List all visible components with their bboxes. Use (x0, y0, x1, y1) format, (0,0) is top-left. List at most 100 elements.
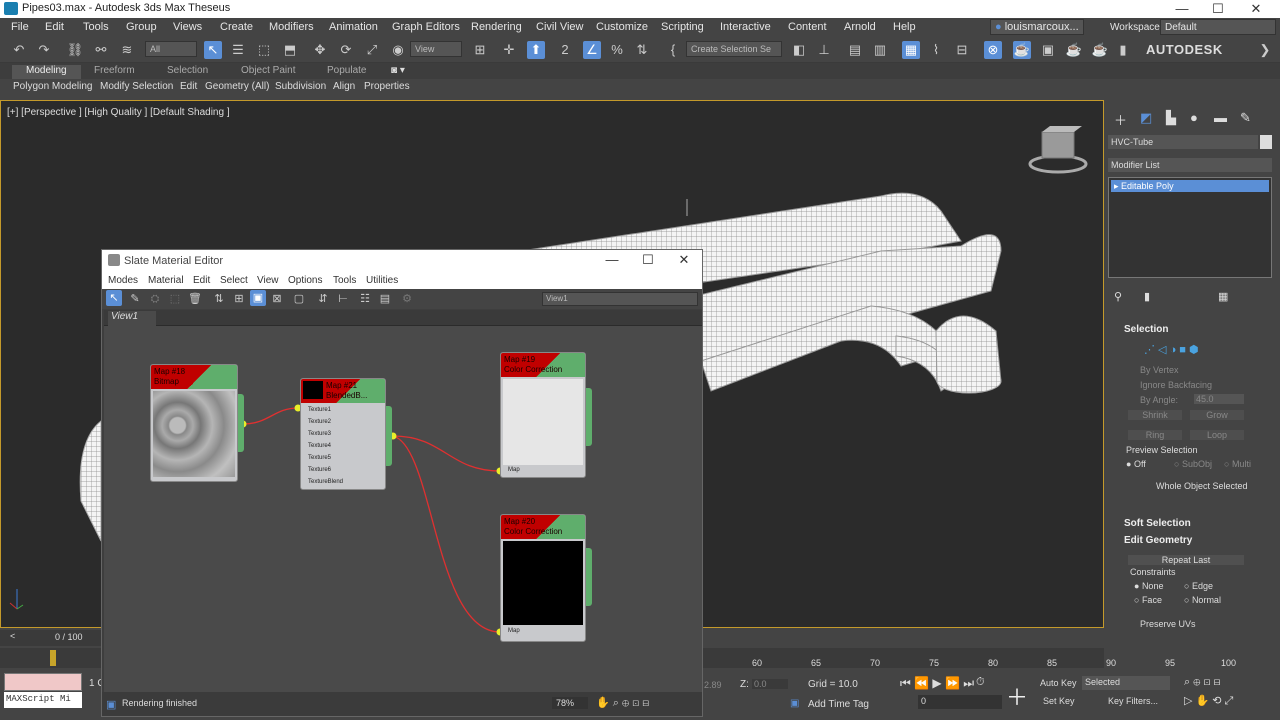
link-icon[interactable]: ⛓ (66, 41, 84, 59)
ribbon-subdivision[interactable]: Subdivision (275, 81, 326, 92)
select-manipulate-icon[interactable]: ✛ (500, 41, 518, 59)
move-icon[interactable]: ✥ (311, 41, 329, 59)
utilities-tab-icon[interactable]: ✎ (1240, 110, 1251, 126)
node-bitmap-header[interactable]: Map #18 Bitmap (151, 365, 237, 389)
menu-create[interactable]: Create (220, 21, 253, 33)
sme-material-browser-icon[interactable]: ☷ (356, 290, 374, 308)
redo-icon[interactable]: ↷ (35, 41, 53, 59)
render-production-icon[interactable]: ☕ (1065, 41, 1083, 59)
menu-modifiers[interactable]: Modifiers (269, 21, 314, 33)
select-by-name-icon[interactable]: ☰ (229, 41, 247, 59)
preview-off-radio[interactable]: ● Off (1126, 459, 1146, 469)
sme-view-dropdown[interactable]: View1 (542, 292, 698, 306)
menu-views[interactable]: Views (173, 21, 202, 33)
menu-file[interactable]: File (11, 21, 29, 33)
sme-put-to-scene-icon[interactable]: ⛭ (146, 290, 164, 308)
sme-parameter-editor-icon[interactable]: ▤ (376, 290, 394, 308)
sme-layout-all-icon[interactable]: ⇵ (314, 290, 332, 308)
viewcube-icon[interactable] (1026, 126, 1090, 176)
sme-menu-edit[interactable]: Edit (193, 275, 210, 286)
set-key-button[interactable]: Set Key (1043, 696, 1075, 706)
menu-interactive[interactable]: Interactive (720, 21, 771, 33)
menu-graph-editors[interactable]: Graph Editors (392, 21, 460, 33)
sme-hide-unused-icon[interactable]: ⊞ (230, 290, 248, 308)
by-angle-checkbox[interactable]: By Angle: (1140, 395, 1178, 405)
rectangular-selection-icon[interactable]: ⬚ (255, 41, 273, 59)
node-blend-header[interactable]: Map #21 BlendedB... (301, 379, 385, 403)
node-bitmap-output-tab[interactable] (238, 394, 244, 452)
constraint-edge-radio[interactable]: ○ Edge (1184, 581, 1213, 591)
ribbon-align[interactable]: Align (333, 81, 355, 92)
add-key-icon[interactable]: ＋ (1006, 680, 1028, 712)
by-vertex-checkbox[interactable]: By Vertex (1140, 365, 1179, 375)
toggle-ribbon-icon[interactable]: ▦ (902, 41, 920, 59)
shrink-button[interactable]: Shrink (1128, 410, 1182, 420)
workspace-dropdown[interactable]: Default (1160, 19, 1276, 35)
menu-customize[interactable]: Customize (596, 21, 648, 33)
create-tab-icon[interactable]: ＋ (1114, 110, 1127, 129)
selection-rollout-header[interactable]: Selection (1124, 324, 1168, 335)
angle-snap-icon[interactable]: ∠ (583, 41, 601, 59)
menu-scripting[interactable]: Scripting (661, 21, 704, 33)
menu-civil-view[interactable]: Civil View (536, 21, 583, 33)
select-object-icon[interactable]: ↖ (204, 41, 222, 59)
menu-tools[interactable]: Tools (83, 21, 109, 33)
sme-menu-options[interactable]: Options (288, 275, 322, 286)
node-cc20-port-map[interactable]: Map (508, 628, 520, 634)
ribbon-tab-modeling[interactable]: Modeling (12, 65, 81, 79)
curve-editor-icon[interactable]: ⌇ (927, 41, 945, 59)
show-end-result-icon[interactable]: ▮ (1144, 290, 1150, 303)
sme-minimize-button[interactable]: — (594, 252, 630, 267)
ribbon-modify-selection[interactable]: Modify Selection (100, 81, 173, 92)
maxscript-listener-input[interactable] (4, 673, 82, 691)
display-tab-icon[interactable]: ▬ (1214, 110, 1227, 125)
repeat-last-button[interactable]: Repeat Last (1128, 555, 1244, 565)
material-editor-icon[interactable]: ⊗ (984, 41, 1002, 59)
menu-rendering[interactable]: Rendering (471, 21, 522, 33)
port-texture3[interactable]: Texture3 (308, 431, 331, 437)
port-texture1[interactable]: Texture1 (308, 407, 331, 413)
spinner-snap-icon[interactable]: ⇅ (633, 41, 651, 59)
object-color-swatch[interactable] (1260, 135, 1272, 149)
arnold-render-icon[interactable]: ▮ (1114, 41, 1132, 59)
menu-help[interactable]: Help (893, 21, 916, 33)
constraint-normal-radio[interactable]: ○ Normal (1184, 595, 1221, 605)
grow-button[interactable]: Grow (1190, 410, 1244, 420)
viewport-nav-icons[interactable]: ⌕ ⊕ ⊡ ⊟ (1184, 676, 1221, 689)
current-frame-field[interactable]: 0 (918, 695, 1002, 709)
key-set-dropdown[interactable]: Selected (1082, 676, 1170, 690)
preview-multi-radio[interactable]: ○ Multi (1224, 459, 1251, 469)
node-blended-box[interactable]: Map #21 BlendedB... Texture1 Texture2 Te… (300, 378, 386, 490)
sme-tab-view1[interactable]: View1 (108, 311, 156, 326)
modifier-list-dropdown[interactable]: Modifier List (1108, 158, 1272, 172)
stack-item-editable-poly[interactable]: ▸ Editable Poly (1111, 180, 1269, 192)
subobject-level-icons[interactable]: ⋰ ◁ ◑ ■ ⬢ (1144, 343, 1199, 356)
keyboard-shortcut-override-icon[interactable]: ⬆ (527, 41, 545, 59)
sme-menu-tools[interactable]: Tools (333, 275, 356, 286)
snaps-toggle-icon[interactable]: 2 (556, 41, 574, 59)
port-texture6[interactable]: Texture6 (308, 467, 331, 473)
ribbon-polygon-modeling[interactable]: Polygon Modeling (13, 81, 93, 92)
close-button[interactable]: ✕ (1238, 0, 1274, 18)
time-tag-icon[interactable]: ▣ (790, 698, 799, 709)
ribbon-tab-selection[interactable]: Selection (167, 65, 208, 76)
pivot-center-icon[interactable]: ⊞ (471, 41, 489, 59)
viewport-orbit-icons[interactable]: ▷ ✋ ⟲ ⤢ (1184, 694, 1233, 708)
sme-move-children-icon[interactable]: ⇅ (210, 290, 228, 308)
menu-arnold[interactable]: Arnold (844, 21, 876, 33)
named-selection-dropdown[interactable]: Create Selection Se (686, 41, 782, 57)
by-angle-spinner[interactable]: 45.0 (1194, 394, 1244, 404)
sme-menu-select[interactable]: Select (220, 275, 248, 286)
motion-tab-icon[interactable]: ● (1190, 110, 1198, 125)
sme-close-button[interactable]: ✕ (666, 252, 702, 268)
edit-named-selection-icon[interactable]: { (664, 41, 682, 59)
key-filters-button[interactable]: Key Filters... (1108, 696, 1158, 706)
add-time-tag-button[interactable]: Add Time Tag (808, 699, 869, 710)
menu-content[interactable]: Content (788, 21, 827, 33)
ribbon-toggle-icon[interactable]: ◙ ▾ (391, 65, 405, 76)
node-cc19-port-map[interactable]: Map (508, 467, 520, 473)
x-coordinate-value[interactable]: 2.89 (704, 680, 722, 690)
sme-maximize-button[interactable]: ☐ (630, 252, 666, 268)
node-cc20-header[interactable]: Map #20 Color Correction (501, 515, 585, 539)
ignore-backfacing-checkbox[interactable]: Ignore Backfacing (1140, 380, 1212, 390)
